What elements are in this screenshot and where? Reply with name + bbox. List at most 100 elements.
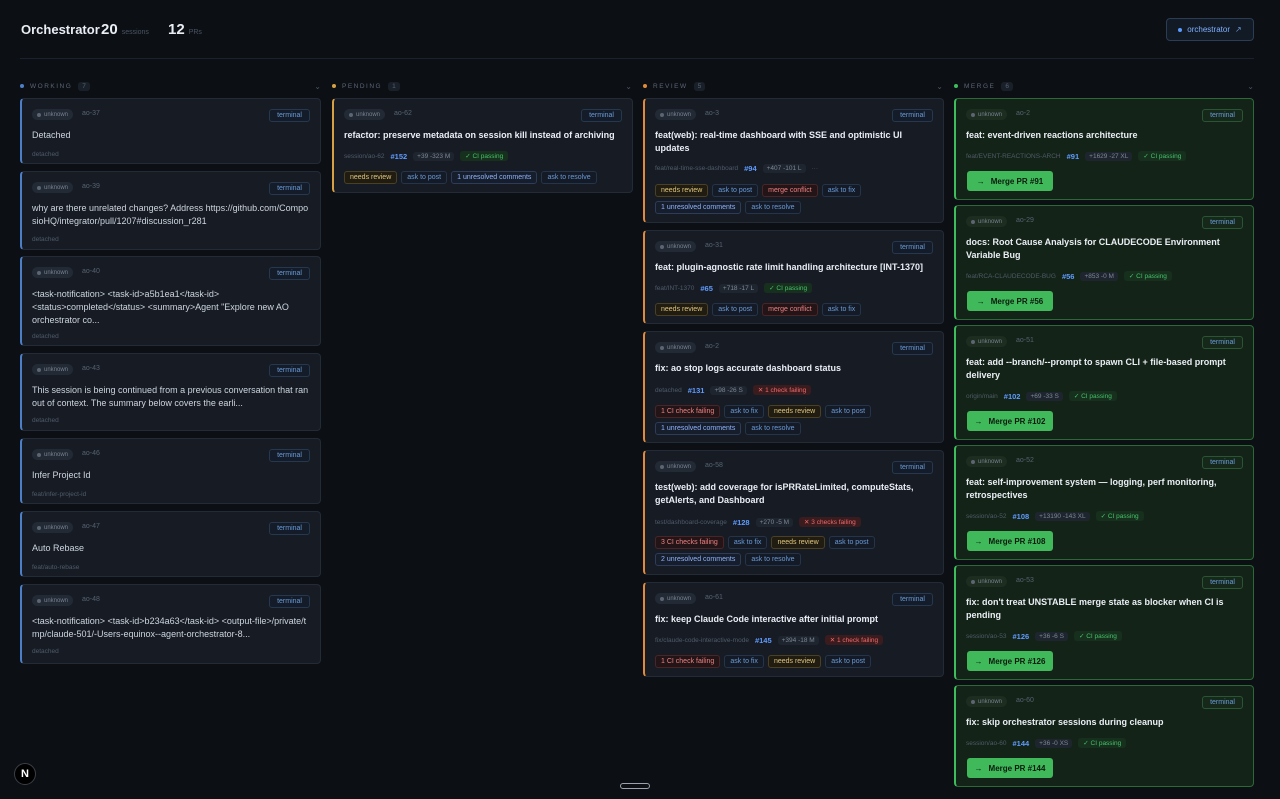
session-card[interactable]: unknown ao-62 terminal refactor: preserv… [332, 98, 633, 193]
pr-number-link[interactable]: #152 [390, 152, 407, 161]
session-card[interactable]: unknown ao-60 terminal fix: skip orchest… [954, 685, 1254, 787]
sessions-count: 20 [101, 21, 118, 38]
column-label: WORKING [30, 82, 73, 90]
terminal-button[interactable]: terminal [269, 267, 310, 280]
ask-to-post-button[interactable]: ask to post [825, 405, 872, 418]
status-dot-icon [1178, 27, 1183, 32]
branch-name: detached [32, 333, 59, 340]
session-card[interactable]: unknown ao-39 terminal why are there unr… [20, 171, 321, 250]
terminal-button[interactable]: terminal [1202, 216, 1243, 229]
terminal-button[interactable]: terminal [269, 522, 310, 535]
pr-number-link[interactable]: #91 [1067, 152, 1080, 161]
pr-number-link[interactable]: #144 [1012, 739, 1029, 748]
ask-to-post-button[interactable]: ask to post [401, 171, 448, 184]
ci-failing-tag: 3 CI checks failing [655, 536, 724, 549]
session-card[interactable]: unknown ao-3 terminal feat(web): real-ti… [643, 98, 944, 223]
ask-to-fix-button[interactable]: ask to fix [724, 405, 764, 418]
merge-pr-button[interactable]: → Merge PR #126 [967, 651, 1053, 671]
pr-number-link[interactable]: #128 [733, 518, 750, 527]
merge-pr-button[interactable]: → Merge PR #144 [967, 758, 1053, 778]
session-card[interactable]: unknown ao-37 terminal Detached detached [20, 98, 321, 164]
ask-to-resolve-button[interactable]: ask to resolve [745, 201, 801, 214]
nextjs-logo-icon[interactable]: N [14, 763, 36, 785]
ask-to-fix-button[interactable]: ask to fix [727, 536, 768, 549]
chevron-down-icon[interactable]: ⌄ [936, 82, 943, 91]
column-header-pending[interactable]: PENDING 1 ⌄ [332, 80, 632, 92]
scroll-handle[interactable] [620, 783, 650, 789]
ask-to-post-button[interactable]: ask to post [825, 655, 872, 668]
terminal-button[interactable]: terminal [1202, 456, 1243, 469]
pr-number-link[interactable]: #126 [1012, 632, 1029, 641]
ask-to-resolve-button[interactable]: ask to resolve [541, 171, 597, 184]
pr-number-link[interactable]: #108 [1012, 512, 1029, 521]
ask-to-post-button[interactable]: ask to post [712, 184, 759, 197]
session-card[interactable]: unknown ao-47 terminal Auto Rebase feat/… [20, 511, 321, 577]
orchestrator-button[interactable]: orchestrator ↗ [1166, 18, 1254, 41]
terminal-button[interactable]: terminal [892, 461, 933, 474]
session-card[interactable]: unknown ao-51 terminal feat: add --branc… [954, 325, 1254, 440]
terminal-button[interactable]: terminal [269, 364, 310, 377]
ask-to-resolve-button[interactable]: ask to resolve [745, 422, 801, 435]
session-card[interactable]: unknown ao-40 terminal <task-notificatio… [20, 256, 321, 346]
merge-pr-button[interactable]: → Merge PR #91 [967, 171, 1053, 191]
session-id: ao-43 [82, 365, 100, 372]
session-card[interactable]: unknown ao-2 terminal fix: ao stop logs … [643, 331, 944, 443]
terminal-button[interactable]: terminal [581, 109, 622, 122]
terminal-button[interactable]: terminal [269, 182, 310, 195]
pr-number-link[interactable]: #94 [744, 164, 757, 173]
ask-to-post-button[interactable]: ask to post [828, 536, 875, 549]
terminal-button[interactable]: terminal [1202, 696, 1243, 709]
branch-name: feat/RCA-CLAUDECODE-BUG [966, 272, 1056, 280]
column-header-merge[interactable]: MERGE 6 ⌄ [954, 80, 1254, 92]
ask-to-resolve-button[interactable]: ask to resolve [745, 553, 801, 566]
session-id: ao-39 [82, 183, 100, 190]
chevron-down-icon[interactable]: ⌄ [625, 82, 632, 91]
ask-to-post-button[interactable]: ask to post [712, 303, 759, 316]
chevron-down-icon[interactable]: ⌄ [314, 82, 321, 91]
terminal-button[interactable]: terminal [269, 449, 310, 462]
terminal-button[interactable]: terminal [892, 241, 933, 254]
session-card[interactable]: unknown ao-31 terminal feat: plugin-agno… [643, 230, 944, 324]
working-dot-icon [20, 84, 24, 88]
merge-pr-button[interactable]: → Merge PR #56 [967, 291, 1053, 311]
session-card[interactable]: unknown ao-53 terminal fix: don't treat … [954, 565, 1254, 680]
status-dot-icon [37, 367, 41, 372]
terminal-button[interactable]: terminal [1202, 336, 1243, 349]
unresolved-comments-tag: 1 unresolved comments [655, 422, 742, 435]
pr-number-link[interactable]: #145 [755, 636, 772, 645]
branch-name: session/ao-62 [344, 152, 385, 160]
session-card[interactable]: unknown ao-48 terminal <task-notificatio… [20, 584, 321, 664]
status-dot-icon [349, 112, 353, 117]
terminal-button[interactable]: terminal [892, 109, 933, 122]
terminal-button[interactable]: terminal [1202, 576, 1243, 589]
terminal-button[interactable]: terminal [892, 593, 933, 606]
session-card[interactable]: unknown ao-52 terminal feat: self-improv… [954, 445, 1254, 560]
merge-pr-button[interactable]: → Merge PR #102 [967, 411, 1053, 431]
session-id: ao-31 [705, 242, 723, 249]
diff-size: +69 -33 S [1026, 391, 1063, 401]
terminal-button[interactable]: terminal [269, 109, 310, 122]
diff-size: +407 -101 L [762, 164, 806, 173]
pr-number-link[interactable]: #131 [688, 386, 705, 395]
ask-to-fix-button[interactable]: ask to fix [724, 655, 764, 668]
pr-number-link[interactable]: #56 [1062, 272, 1075, 281]
column-label: MERGE [964, 82, 996, 90]
session-card[interactable]: unknown ao-29 terminal docs: Root Cause … [954, 205, 1254, 320]
session-card[interactable]: unknown ao-43 terminal This session is b… [20, 353, 321, 431]
merge-pr-button[interactable]: → Merge PR #108 [967, 531, 1053, 551]
chevron-down-icon[interactable]: ⌄ [1247, 82, 1254, 91]
session-card[interactable]: unknown ao-46 terminal Infer Project Id … [20, 438, 321, 504]
ask-to-fix-button[interactable]: ask to fix [821, 303, 862, 316]
session-card[interactable]: unknown ao-2 terminal feat: event-driven… [954, 98, 1254, 200]
ask-to-fix-button[interactable]: ask to fix [821, 184, 862, 197]
column-header-working[interactable]: WORKING 7 ⌄ [20, 80, 321, 92]
pr-number-link[interactable]: #102 [1004, 392, 1021, 401]
terminal-button[interactable]: terminal [1202, 109, 1243, 122]
session-card[interactable]: unknown ao-61 terminal fix: keep Claude … [643, 582, 944, 677]
terminal-button[interactable]: terminal [269, 595, 310, 608]
terminal-button[interactable]: terminal [892, 342, 933, 355]
pr-number-link[interactable]: #65 [700, 284, 713, 293]
column-header-review[interactable]: REVIEW 5 ⌄ [643, 80, 943, 92]
session-card[interactable]: unknown ao-58 terminal test(web): add co… [643, 450, 944, 575]
diff-size: +36 -0 XS [1035, 738, 1073, 748]
